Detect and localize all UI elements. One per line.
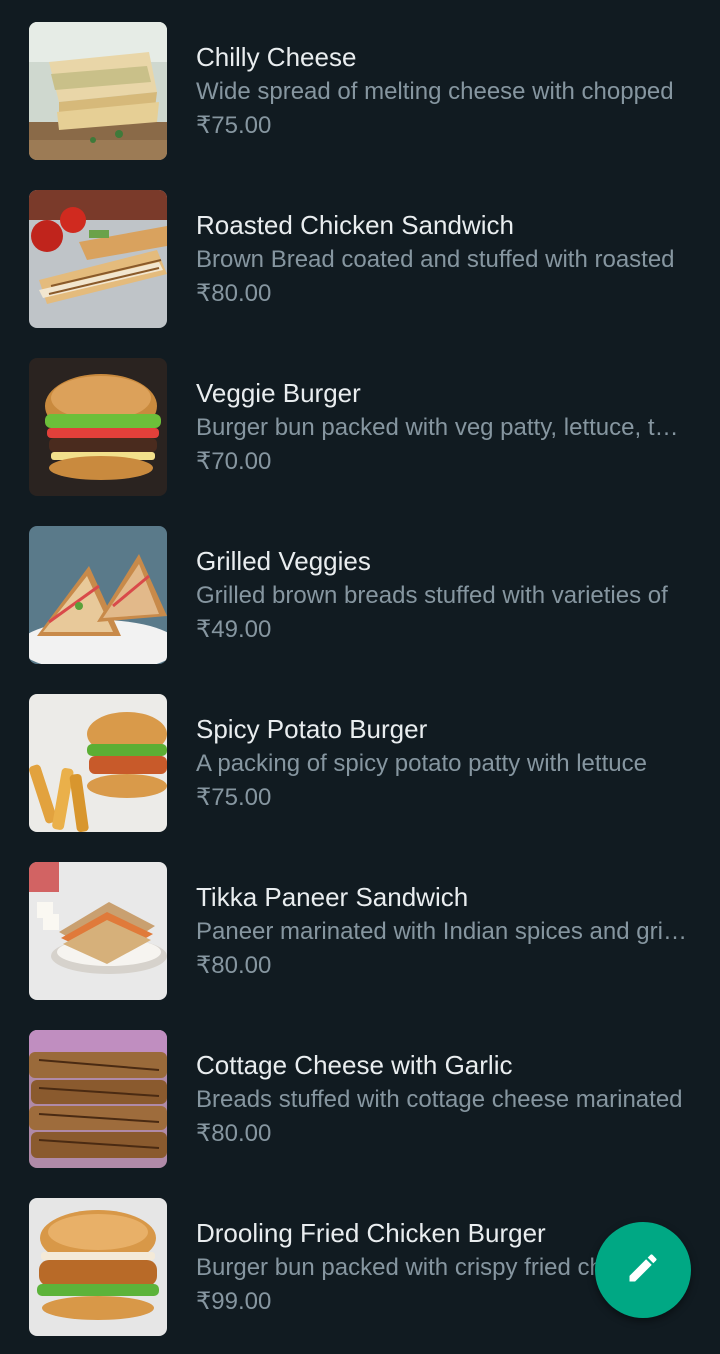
item-name: Grilled Veggies xyxy=(196,546,371,576)
item-name: Chilly Cheese xyxy=(196,42,357,72)
item-price: ₹80.00 xyxy=(196,952,272,979)
menu-item[interactable]: Grilled Veggies Grilled brown breads stu… xyxy=(0,504,720,672)
item-price: ₹70.00 xyxy=(196,448,272,475)
item-name: Veggie Burger xyxy=(196,378,361,408)
item-description: A packing of spicy potato patty with let… xyxy=(196,750,647,777)
menu-item[interactable]: Veggie Burger Burger bun packed with veg… xyxy=(0,336,720,504)
item-price: ₹75.00 xyxy=(196,784,272,811)
item-description: Grilled brown breads stuffed with variet… xyxy=(196,582,668,609)
edit-fab-button[interactable] xyxy=(595,1222,691,1318)
menu-item[interactable]: Spicy Potato Burger A packing of spicy p… xyxy=(0,672,720,840)
item-price: ₹80.00 xyxy=(196,1120,272,1147)
item-image xyxy=(29,526,167,664)
item-price: ₹75.00 xyxy=(196,112,272,139)
item-image xyxy=(29,1198,167,1336)
item-name: Tikka Paneer Sandwich xyxy=(196,882,469,912)
menu-item[interactable]: Cottage Cheese with Garlic Breads stuffe… xyxy=(0,1008,720,1176)
item-name: Spicy Potato Burger xyxy=(196,714,428,744)
item-image xyxy=(29,358,167,496)
item-name: Cottage Cheese with Garlic xyxy=(196,1050,513,1080)
item-description: Wide spread of melting cheese with chopp… xyxy=(196,78,674,105)
item-description: Burger bun packed with veg patty, lettuc… xyxy=(196,414,690,441)
item-description: Breads stuffed with cottage cheese marin… xyxy=(196,1086,683,1113)
item-image xyxy=(29,190,167,328)
item-price: ₹49.00 xyxy=(196,616,272,643)
item-description: Paneer marinated with Indian spices and … xyxy=(196,918,690,945)
menu-screen: Chilly Cheese Wide spread of melting che… xyxy=(0,0,720,1354)
menu-item[interactable]: Roasted Chicken Sandwich Brown Bread coa… xyxy=(0,168,720,336)
pencil-icon xyxy=(625,1250,661,1291)
item-description: Brown Bread coated and stuffed with roas… xyxy=(196,246,675,273)
menu-item[interactable]: Chilly Cheese Wide spread of melting che… xyxy=(0,0,720,168)
item-image xyxy=(29,22,167,160)
item-image xyxy=(29,694,167,832)
item-price: ₹80.00 xyxy=(196,280,272,307)
menu-item[interactable]: Tikka Paneer Sandwich Paneer marinated w… xyxy=(0,840,720,1008)
item-image xyxy=(29,1030,167,1168)
item-image xyxy=(29,862,167,1000)
item-name: Roasted Chicken Sandwich xyxy=(196,210,514,240)
